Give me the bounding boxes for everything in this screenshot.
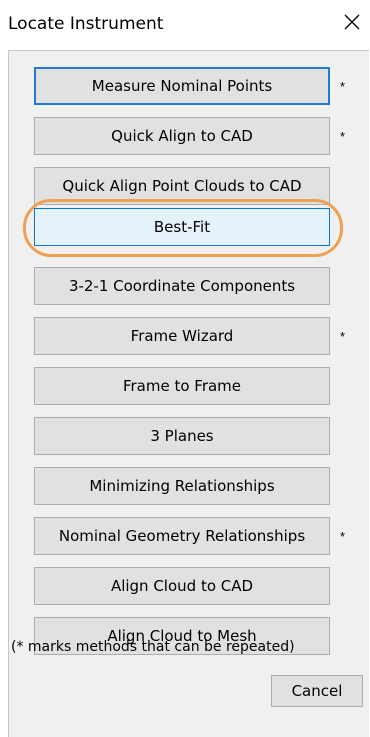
close-icon[interactable] bbox=[340, 10, 364, 34]
best-fit-button[interactable]: Best-Fit bbox=[34, 208, 330, 246]
repeat-marker: * bbox=[340, 79, 346, 94]
locate-instrument-dialog: Locate Instrument Measure Nominal Points… bbox=[0, 0, 370, 737]
three-planes-button[interactable]: 3 Planes bbox=[34, 417, 330, 455]
repeat-marker: * bbox=[340, 129, 346, 144]
frame-to-frame-button[interactable]: Frame to Frame bbox=[34, 367, 330, 405]
cancel-button[interactable]: Cancel bbox=[271, 675, 363, 707]
frame-wizard-button[interactable]: Frame Wizard bbox=[34, 317, 330, 355]
align-cloud-to-cad-button[interactable]: Align Cloud to CAD bbox=[34, 567, 330, 605]
measure-nominal-points-button[interactable]: Measure Nominal Points bbox=[34, 67, 330, 105]
nominal-geometry-relationships-button[interactable]: Nominal Geometry Relationships bbox=[34, 517, 330, 555]
minimizing-relationships-button[interactable]: Minimizing Relationships bbox=[34, 467, 330, 505]
three-two-one-coordinate-components-button[interactable]: 3-2-1 Coordinate Components bbox=[34, 267, 330, 305]
quick-align-to-cad-button[interactable]: Quick Align to CAD bbox=[34, 117, 330, 155]
dialog-title: Locate Instrument bbox=[8, 14, 164, 34]
repeat-footnote: (* marks methods that can be repeated) bbox=[11, 639, 295, 655]
repeat-marker: * bbox=[340, 529, 346, 544]
repeat-marker: * bbox=[340, 329, 346, 344]
dialog-body: Measure Nominal Points * Quick Align to … bbox=[8, 50, 369, 737]
